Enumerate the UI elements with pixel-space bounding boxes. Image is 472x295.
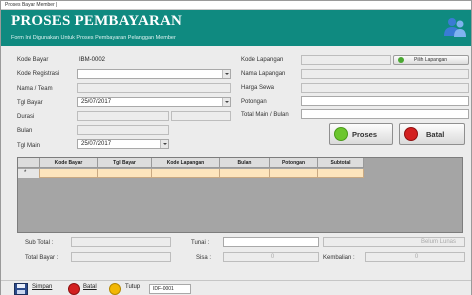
total-main-label: Total Main / Bulan (241, 112, 289, 118)
sub-total-label: Sub Total : (25, 240, 54, 246)
bulan-label: Bulan (17, 128, 33, 134)
save-icon[interactable] (14, 283, 28, 295)
nama-lapangan-field (301, 69, 469, 79)
table-cell[interactable] (270, 169, 318, 178)
payment-grid[interactable]: Kode Bayar Tgl Bayar Kode Lapangan Bulan… (17, 157, 463, 233)
tgl-bayar-value: 25/07/2017 (81, 99, 112, 105)
table-cell[interactable] (98, 169, 152, 178)
simpan-label: Simpan (32, 284, 53, 290)
cancel-icon[interactable] (68, 283, 80, 295)
cancel-icon (404, 127, 418, 141)
total-main-input[interactable] (301, 109, 469, 119)
table-row[interactable]: * (18, 169, 364, 178)
tgl-bayar-picker[interactable]: 25/07/2017 (77, 97, 231, 107)
harga-sewa-label: Harga Sewa (241, 85, 275, 91)
users-icon (444, 18, 466, 37)
table-cell[interactable] (152, 169, 220, 178)
total-bayar-field (71, 252, 171, 262)
bottom-toolbar: Simpan Batal Tutup IDF-0001 (1, 280, 471, 295)
proses-button[interactable]: Proses (329, 123, 393, 145)
form-header: PROSES PEMBAYARAN Form Ini Digunakan Unt… (1, 10, 471, 46)
status-badge: Belum Lunas (323, 237, 465, 247)
bulan-field (77, 125, 169, 135)
kode-lapangan-field (301, 55, 391, 65)
durasi-field (77, 111, 169, 121)
tgl-bayar-label: Tgl Bayar (17, 100, 43, 106)
title-bar: Proses Bayar Member | (1, 1, 471, 10)
batal-toolbar-label: Batal (83, 284, 97, 290)
durasi-label: Durasi (17, 114, 35, 120)
kode-lapangan-label: Kode Lapangan (241, 57, 284, 63)
chevron-down-icon[interactable] (222, 70, 230, 78)
column-header[interactable]: Kode Lapangan (152, 158, 220, 168)
column-header[interactable]: Potongan (270, 158, 318, 168)
column-header[interactable]: Subtotal (318, 158, 364, 168)
kode-registrasi-label: Kode Registrasi (17, 71, 60, 77)
check-icon (334, 127, 348, 141)
harga-sewa-field (301, 83, 469, 93)
grid-corner (18, 158, 40, 168)
window-title: Proses Bayar Member | (5, 2, 58, 8)
kembalian-field: 0 (365, 252, 465, 262)
check-icon (398, 57, 404, 63)
nama-team-label: Nama / Team (17, 86, 53, 92)
column-header[interactable]: Bulan (220, 158, 270, 168)
tgl-main-label: Tgl Main (17, 143, 41, 149)
row-marker: * (18, 169, 40, 178)
grid-header: Kode Bayar Tgl Bayar Kode Lapangan Bulan… (18, 158, 364, 168)
tgl-main-picker[interactable]: 25/07/2017 (77, 139, 169, 149)
batal-toolbar-button[interactable]: Batal (83, 284, 97, 290)
pilih-lapangan-button[interactable]: Pilih Lapangan (393, 55, 469, 65)
proses-label: Proses (352, 130, 378, 139)
column-header[interactable]: Kode Bayar (40, 158, 98, 168)
table-cell[interactable] (40, 169, 98, 178)
kode-bayar-value: IBM-0002 (79, 57, 106, 63)
close-icon[interactable] (109, 283, 121, 295)
potongan-input[interactable] (301, 96, 469, 106)
total-bayar-label: Total Bayar : (25, 255, 59, 261)
payment-window: Proses Bayar Member | PROSES PEMBAYARAN … (0, 0, 472, 295)
table-cell[interactable] (318, 169, 364, 178)
id-field: IDF-0001 (149, 284, 191, 294)
sisa-field: 0 (223, 252, 319, 262)
sisa-label: Sisa : (196, 255, 212, 261)
batal-label: Batal (426, 130, 445, 139)
batal-button[interactable]: Batal (399, 123, 465, 145)
tutup-button[interactable]: Tutup (125, 284, 140, 290)
tunai-label: Tunai : (191, 240, 210, 246)
nama-team-field (77, 83, 231, 93)
nama-lapangan-label: Nama Lapangan (241, 71, 286, 77)
table-cell[interactable] (220, 169, 270, 178)
simpan-button[interactable]: Simpan (32, 284, 52, 290)
kode-registrasi-combo[interactable] (77, 69, 231, 79)
tunai-input[interactable] (223, 237, 319, 247)
chevron-down-icon[interactable] (160, 140, 168, 148)
page-title: PROSES PEMBAYARAN (11, 13, 183, 29)
chevron-down-icon[interactable] (222, 98, 230, 106)
kode-bayar-label: Kode Bayar (17, 57, 49, 63)
tgl-main-value: 25/07/2017 (81, 141, 112, 147)
column-header[interactable]: Tgl Bayar (98, 158, 152, 168)
durasi-unit-field (171, 111, 231, 121)
pilih-lapangan-label: Pilih Lapangan (414, 57, 448, 63)
page-subtitle: Form Ini Digunakan Untuk Proses Pembayar… (11, 35, 176, 41)
kembalian-label: Kembalian : (323, 255, 355, 261)
potongan-label: Potongan (241, 99, 267, 105)
sub-total-field (71, 237, 171, 247)
